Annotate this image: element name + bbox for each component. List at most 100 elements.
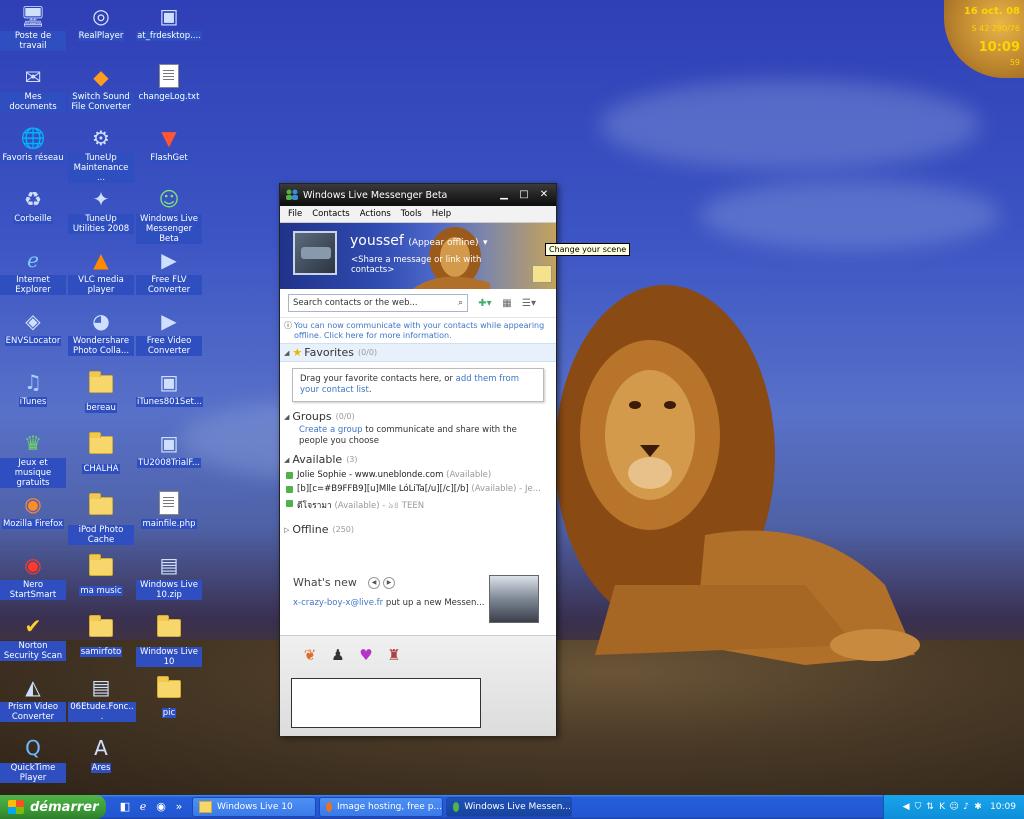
favorites-header[interactable]: ◢ ★ Favorites (0/0) [280, 343, 556, 362]
taskbar-clock[interactable]: 10:09 [990, 802, 1016, 812]
desktop-icon[interactable]: pic [136, 674, 202, 718]
media-player-icon[interactable]: ◉ [152, 800, 170, 813]
realplayer-icon: ◎ [92, 4, 110, 28]
desktop-icon[interactable]: bereau [68, 369, 134, 413]
games-icon[interactable]: ♟ [324, 646, 352, 664]
offline-notice[interactable]: ⓘ You can now communicate with your cont… [280, 318, 556, 343]
desktop-icon[interactable]: ▶ Free FLV Converter [136, 247, 202, 295]
desktop-icon[interactable]: ♻ Corbeille [0, 186, 66, 224]
desktop-icon[interactable]: ℯ Internet Explorer [0, 247, 66, 295]
heart-icon[interactable]: ♥ [352, 646, 380, 664]
previous-arrow-icon[interactable]: ◀ [368, 577, 380, 589]
available-header[interactable]: ◢ Available (3) [280, 451, 556, 468]
close-button[interactable]: ✕ [536, 188, 552, 202]
next-arrow-icon[interactable]: ▶ [383, 577, 395, 589]
desktop-icon[interactable]: ♫ iTunes [0, 369, 66, 407]
desktop-icon-label: 06Etude.Fonc... [68, 702, 136, 722]
desktop-icon[interactable]: ▤ Windows Live 10.zip [136, 552, 202, 600]
personal-message[interactable]: <Share a message or link with contacts> [351, 255, 491, 275]
desktop-icon[interactable]: ◉ Mozilla Firefox [0, 491, 66, 529]
groups-count: (0/0) [335, 412, 355, 421]
desktop-icon[interactable]: ☺ Windows Live Messenger Beta [136, 186, 202, 244]
menu-actions[interactable]: Actions [360, 209, 391, 219]
show-desktop-icon[interactable]: ◧ [116, 800, 134, 813]
desktop-icon[interactable]: Q QuickTime Player [0, 735, 66, 783]
desktop-icon[interactable]: ◈ ENVSLocator [0, 308, 66, 346]
setup-icon: ▣ [159, 4, 179, 28]
messenger-titlebar[interactable]: Windows Live Messenger Beta ▁ □ ✕ [280, 184, 556, 206]
change-scene-tooltip: Change your scene [545, 243, 631, 256]
menu-file[interactable]: File [288, 209, 302, 219]
whats-new-contact-link[interactable]: x-crazy-boy-x@live.fr [293, 598, 383, 608]
desktop-icon[interactable]: 🌐 Favoris réseau [0, 125, 66, 163]
desktop-icon[interactable]: ◆ Switch Sound File Converter [68, 64, 134, 112]
desktop-icon[interactable]: ▣ at_frdesktop.... [136, 3, 202, 41]
desktop-icon[interactable]: ▣ iTunes801Set... [136, 369, 203, 407]
offline-header[interactable]: ▷ Offline (250) [280, 521, 556, 538]
desktop-icon[interactable]: ✔ Norton Security Scan [0, 613, 66, 661]
network-icon[interactable]: ⇅ [924, 802, 936, 812]
minimize-button[interactable]: ▁ [496, 188, 512, 202]
desktop-icon-label: Nero StartSmart [0, 580, 66, 600]
user-name-line[interactable]: youssef (Appear offline) ▾ [350, 233, 487, 249]
desktop-icon[interactable]: ✉ Mes documents [0, 64, 66, 112]
desktop-icon[interactable]: ◭ Prism Video Converter [0, 674, 66, 722]
desktop-icon[interactable]: ma music [68, 552, 134, 596]
layout-icon[interactable]: ▦ [496, 298, 518, 309]
desktop-icon[interactable]: A Ares [68, 735, 134, 773]
desktop-icon[interactable]: ◕ Wondershare Photo Colla... [68, 308, 134, 356]
ie-icon[interactable]: ℯ [134, 800, 152, 813]
status-dropdown-icon[interactable]: ▾ [483, 238, 488, 248]
desktop-icon[interactable]: Windows Live 10 [136, 613, 202, 667]
desktop-icon[interactable]: ✦ TuneUp Utilities 2008 [68, 186, 134, 234]
groups-header[interactable]: ◢ Groups (0/0) [280, 408, 556, 425]
menu-help[interactable]: Help [432, 209, 451, 219]
desktop-icon[interactable]: 🖥 Poste de travail [0, 3, 66, 51]
contact-item[interactable]: ดีโจรามา (Available) - ৯৪ TEEN [280, 496, 556, 515]
desktop-icon[interactable]: iPod Photo Cache [68, 491, 134, 545]
butterfly-icon[interactable]: ❦ [296, 646, 324, 664]
desktop-icon[interactable]: ♛ Jeux et musique gratuits [0, 430, 66, 488]
favorites-label: Favorites [304, 346, 354, 359]
maximize-button[interactable]: □ [516, 188, 532, 202]
desktop-icon[interactable]: ◎ RealPlayer [68, 3, 134, 41]
volume-icon[interactable]: ♪ [960, 802, 972, 812]
taskbar-button-windows-live-10[interactable]: Windows Live 10 [192, 797, 316, 817]
taskbar-button-firefox[interactable]: Image hosting, free p... [319, 797, 443, 817]
ad-banner[interactable] [291, 678, 481, 728]
tray-arrow-icon[interactable]: ◀ [900, 802, 912, 812]
desktop-icon[interactable]: samirfoto [68, 613, 134, 657]
create-group-link[interactable]: Create a group [299, 425, 363, 435]
desktop-icon[interactable]: ▤ 06Etude.Fonc... [68, 674, 136, 722]
search-input[interactable]: Search contacts or the web... ⌕ [288, 294, 468, 312]
desktop-icon[interactable]: ▣ TU2008TrialF... [136, 430, 202, 468]
antivirus-icon[interactable]: K [936, 802, 948, 812]
menu-tools[interactable]: Tools [401, 209, 422, 219]
desktop-icon[interactable]: ▼ FlashGet [136, 125, 202, 163]
menu-options-icon[interactable]: ☰▾ [518, 298, 540, 309]
expand-chevron-icon[interactable]: » [170, 800, 188, 813]
update-icon[interactable]: ✱ [972, 802, 984, 812]
desktop-icon[interactable]: CHALHA [68, 430, 134, 474]
contact-item[interactable]: Jolie Sophie - www.uneblonde.com (Availa… [280, 468, 556, 482]
start-button[interactable]: démarrer [0, 795, 106, 819]
desktop-icon[interactable]: ▲ VLC media player [68, 247, 134, 295]
menu-contacts[interactable]: Contacts [312, 209, 350, 219]
whats-new-thumbnail[interactable] [489, 575, 539, 623]
user-avatar[interactable] [293, 231, 337, 275]
desktop-icon[interactable]: changeLog.txt [136, 64, 202, 102]
desktop-icon[interactable]: mainfile.php [136, 491, 202, 529]
desktop-icon[interactable]: ◉ Nero StartSmart [0, 552, 66, 600]
desktop-icon[interactable]: ⚙ TuneUp Maintenance ... [68, 125, 134, 183]
messenger-window[interactable]: Windows Live Messenger Beta ▁ □ ✕ File C… [279, 183, 557, 736]
messenger-tray-icon[interactable]: ☺ [948, 802, 960, 812]
taskbar-button-messenger[interactable]: Windows Live Messen... [446, 797, 572, 817]
desktop-icon[interactable]: ▶ Free Video Converter [136, 308, 202, 356]
activity-icon[interactable]: ♜ [380, 646, 408, 664]
add-contact-icon[interactable]: ✚▾ [474, 298, 496, 309]
contact-item[interactable]: [b][c=#B9FFB9][u]Mlle LóLiTa[/u][/c][/b]… [280, 482, 556, 496]
scene-button[interactable] [532, 265, 552, 283]
app-shortcuts: ❦ ♟ ♥ ♜ [296, 646, 408, 664]
shield-icon[interactable]: ⛉ [912, 802, 924, 812]
search-icon[interactable]: ⌕ [458, 298, 463, 308]
